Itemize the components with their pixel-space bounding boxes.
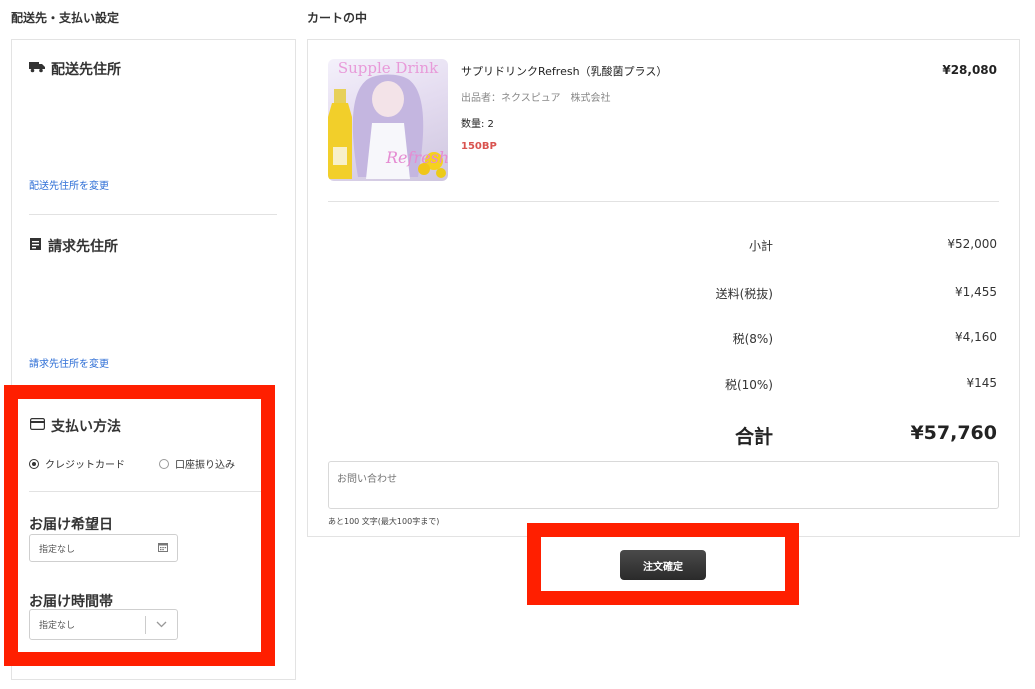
divider [29, 491, 261, 492]
payment-option-label: 口座振り込み [175, 460, 235, 471]
inquiry-char-counter: あと100 文字(最大100字まで) [328, 517, 440, 526]
product-points: 150BP [461, 141, 497, 152]
total-value: ¥57,760 [910, 422, 997, 444]
shipping-address-header: 配送先住所 [29, 59, 121, 79]
tax-10-value: ¥145 [966, 376, 997, 390]
cart-title: カートの中 [307, 11, 368, 25]
billing-address-header: 請求先住所 [29, 236, 118, 256]
payment-option-label: クレジットカード [45, 460, 125, 471]
change-billing-address-link[interactable]: 請求先住所を変更 [29, 355, 109, 370]
left-section-title: 配送先・支払い設定 [11, 11, 120, 25]
truck-icon [29, 61, 45, 77]
product-price: ¥28,080 [942, 63, 997, 77]
tax-8-value: ¥4,160 [955, 330, 997, 344]
inquiry-textarea[interactable] [328, 461, 999, 509]
delivery-date-value: 指定なし [39, 544, 76, 555]
delivery-date-label: お届け希望日 [29, 517, 113, 533]
shipping-fee-label: 送料(税抜) [715, 287, 773, 301]
subtotal-label: 小計 [748, 239, 773, 253]
confirm-order-button[interactable]: 注文確定 [620, 550, 706, 580]
receipt-icon [29, 237, 42, 255]
delivery-date-input[interactable]: 指定なし [29, 534, 178, 562]
tax-10-label: 税(10%) [724, 378, 773, 392]
product-seller: 出品者：ネクスピュア 株式会社 [461, 93, 611, 104]
product-quantity: 数量: 2 [461, 119, 494, 130]
product-image-text-script: Refresh [385, 148, 448, 167]
radio-selected-icon[interactable] [29, 458, 39, 469]
payment-option-credit-card[interactable]: クレジットカード [29, 456, 125, 471]
payment-method-header: 支払い方法 [30, 416, 121, 436]
total-label: 合計 [734, 426, 773, 448]
payment-option-bank-transfer[interactable]: 口座振り込み [159, 456, 235, 471]
chevron-down-icon[interactable] [146, 621, 177, 628]
tax-8-label: 税(8%) [732, 332, 773, 346]
payment-method-title: 支払い方法 [51, 419, 121, 435]
delivery-time-value: 指定なし [39, 621, 76, 631]
product-image[interactable]: Supple Drink Refresh [328, 59, 448, 181]
divider [29, 214, 277, 215]
shipping-address-title: 配送先住所 [51, 62, 121, 78]
product-image-text-top: Supple Drink [338, 59, 439, 77]
subtotal-value: ¥52,000 [947, 237, 997, 251]
credit-card-icon [30, 418, 46, 434]
change-shipping-address-link[interactable]: 配送先住所を変更 [29, 177, 109, 192]
billing-address-title: 請求先住所 [48, 239, 118, 255]
divider [328, 201, 999, 202]
delivery-time-label: お届け時間帯 [29, 594, 113, 610]
product-name[interactable]: サプリドリンクRefresh（乳酸菌プラス） [461, 63, 667, 79]
shipping-fee-value: ¥1,455 [955, 285, 997, 299]
delivery-time-select[interactable]: 指定なし [29, 609, 178, 640]
radio-unselected-icon[interactable] [159, 458, 169, 469]
calendar-icon[interactable] [158, 542, 168, 555]
